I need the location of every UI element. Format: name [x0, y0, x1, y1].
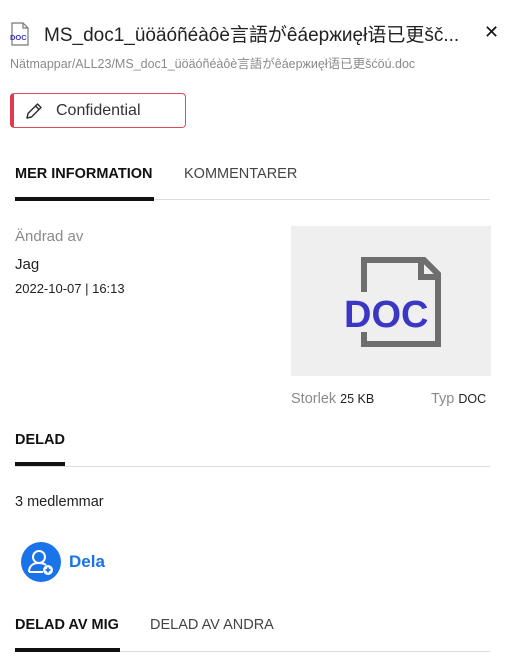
pencil-icon	[26, 102, 42, 119]
classification-button[interactable]: Confidential	[10, 93, 186, 128]
modified-by-label: Ändrad av	[15, 228, 84, 245]
modified-date: 2022-10-07 | 16:13	[15, 281, 125, 296]
type-info: Typ DOC	[431, 391, 486, 407]
tab-comments[interactable]: KOMMENTARER	[184, 166, 297, 182]
members-count: 3 medlemmar	[15, 494, 104, 510]
file-title: MS_doc1_üöäóñéàôè言語がêáержиęł语已更šč...	[44, 25, 460, 46]
svg-text:DOC: DOC	[10, 33, 27, 42]
add-user-icon[interactable]	[21, 542, 61, 582]
type-value: DOC	[458, 392, 487, 406]
modified-by-value: Jag	[15, 256, 40, 273]
share-button[interactable]: Dela	[69, 552, 105, 572]
file-path: Nätmappar/ALL23/MS_doc1_üöäóñéàôè言語がêáер…	[10, 57, 416, 71]
tab-shared-by-others[interactable]: DELAD AV ANDRA	[150, 617, 274, 633]
size-info: Storlek 25 KB	[291, 391, 374, 407]
tab-more-information[interactable]: MER INFORMATION	[15, 166, 152, 182]
shared-indicator	[15, 462, 65, 466]
share-active-indicator	[15, 648, 120, 652]
active-tab-indicator	[15, 197, 154, 201]
classification-label: Confidential	[56, 101, 141, 119]
file-thumbnail: DOC	[291, 226, 491, 376]
doc-thumbnail-icon: DOC	[341, 257, 441, 347]
size-label: Storlek	[291, 391, 337, 407]
shared-divider	[15, 466, 490, 467]
close-icon[interactable]: ✕	[484, 22, 499, 43]
shared-heading: DELAD	[15, 432, 65, 448]
doc-file-icon: DOC	[8, 22, 32, 46]
size-value: 25 KB	[340, 392, 375, 406]
tab-shared-by-me[interactable]: DELAD AV MIG	[15, 617, 119, 633]
type-label: Typ	[431, 391, 455, 407]
svg-text:DOC: DOC	[344, 294, 428, 336]
